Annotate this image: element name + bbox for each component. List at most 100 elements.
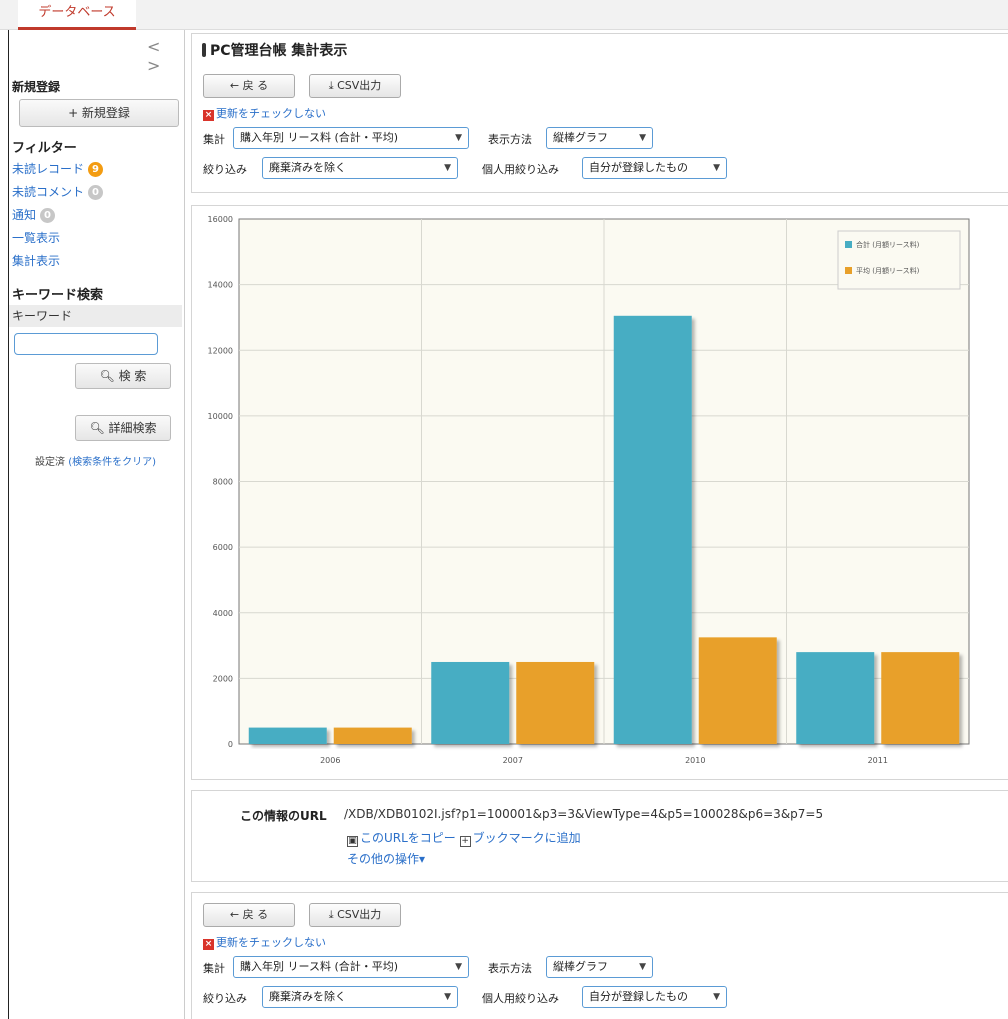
csv-button[interactable]: ⤓ CSV出力 [309, 74, 401, 98]
x-tick-label: 2011 [868, 756, 888, 765]
legend [837, 230, 961, 290]
chevron-down-icon: ▼ [455, 133, 462, 143]
narrow-label: 絞り込み [203, 992, 247, 1005]
notices-badge: 0 [40, 208, 56, 223]
back-button[interactable]: ← 戻 る [203, 903, 295, 927]
unread-records-label: 未読レコード [12, 162, 85, 176]
sidebar-toggle-arrows[interactable]: < > [147, 37, 187, 75]
csv-button[interactable]: ⤓ CSV出力 [309, 903, 401, 927]
search-settings-note: 設定済 (検索条件をクリア) [35, 453, 156, 468]
chevron-down-icon: ▼ [639, 133, 646, 143]
controls-panel-top: PC管理台帳 集計表示 ← 戻 る ⤓ CSV出力 × 更新をチェックしない 集計… [191, 33, 1008, 193]
column-divider [184, 30, 185, 1019]
search-icon: 🔍︎ [89, 421, 105, 435]
copy-url-label: このURLをコピー [360, 831, 456, 845]
url-value: /XDB/XDB0102I.jsf?p1=100001&p3=3&ViewTyp… [344, 807, 824, 821]
sidebar-item-summary-view[interactable]: 集計表示 [12, 252, 60, 269]
aggregate-select-value: 購入年別 リース料 (合計・平均) [240, 131, 399, 144]
bar [516, 661, 595, 744]
legend-swatch [845, 241, 852, 248]
plus-icon: + [459, 836, 471, 847]
y-tick-label: 0 [228, 740, 233, 749]
chevron-down-icon: ▼ [444, 992, 451, 1002]
advanced-search-button[interactable]: 🔍︎ 詳細検索 [75, 415, 171, 441]
display-select[interactable]: 縦棒グラフ ▼ [546, 127, 653, 149]
page-title-text: PC管理台帳 集計表示 [210, 43, 348, 59]
personal-filter-select-value: 自分が登録したもの [589, 161, 688, 174]
no-update-check-label: 更新をチェックしない [216, 936, 326, 949]
no-update-check-label: 更新をチェックしない [216, 107, 326, 120]
unread-comments-badge: 0 [88, 185, 104, 200]
personal-filter-select[interactable]: 自分が登録したもの ▼ [582, 986, 727, 1008]
url-label: この情報のURL [240, 809, 327, 823]
bar [248, 727, 327, 744]
search-icon: 🔍︎ [99, 369, 115, 383]
keyword-heading: キーワード検索 [12, 288, 104, 303]
copy-icon: ▣ [347, 836, 358, 847]
sidebar-item-unread-records[interactable]: 未読レコード 9 [12, 160, 104, 177]
bar-chart: 0 2000 4000 6000 8000 10000 12000 14000 16000 200… [208, 215, 970, 765]
search-button-label: 検 索 [118, 369, 147, 383]
unread-comments-label: 未読コメント [12, 185, 85, 199]
no-update-check[interactable]: × 更新をチェックしない [203, 934, 326, 950]
display-label: 表示方法 [488, 133, 532, 146]
keyword-input[interactable] [14, 333, 158, 355]
new-heading: 新規登録 [12, 80, 61, 94]
bar [333, 727, 412, 744]
new-record-button[interactable]: + 新規登録 [19, 99, 179, 127]
legend-label: 平均 (月額リース料) [856, 266, 920, 275]
top-bar: データベース [0, 0, 1008, 30]
narrow-label: 絞り込み [203, 163, 247, 176]
copy-url-link[interactable]: ▣ このURLをコピー [347, 831, 456, 847]
display-select[interactable]: 縦棒グラフ ▼ [546, 956, 653, 978]
narrow-select-value: 廃棄済みを除く [269, 990, 346, 1003]
sidebar-item-list-view[interactable]: 一覧表示 [12, 229, 60, 246]
bar [431, 661, 510, 744]
add-bookmark-link[interactable]: + ブックマークに追加 [459, 831, 581, 847]
personal-filter-label: 個人用絞り込み [482, 163, 559, 176]
y-tick-label: 8000 [213, 478, 233, 487]
narrow-select-value: 廃棄済みを除く [269, 161, 346, 174]
personal-filter-select-value: 自分が登録したもの [589, 990, 688, 1003]
page-title: PC管理台帳 集計表示 [202, 40, 347, 60]
notices-label: 通知 [12, 208, 37, 222]
aggregate-select[interactable]: 購入年別 リース料 (合計・平均) ▼ [233, 956, 469, 978]
advanced-search-label: 詳細検索 [108, 421, 157, 435]
unread-records-badge: 9 [88, 162, 104, 177]
aggregate-label: 集計 [203, 133, 225, 146]
legend-label: 合計 (月額リース料) [856, 240, 920, 249]
chevron-down-icon: ▼ [639, 962, 646, 972]
keyword-label: キーワード [9, 305, 182, 327]
bar [796, 652, 875, 744]
chart-panel: 0 2000 4000 6000 8000 10000 12000 14000 16000 200… [191, 205, 1008, 780]
personal-filter-select[interactable]: 自分が登録したもの ▼ [582, 157, 727, 179]
other-operations-link[interactable]: その他の操作▾ [347, 850, 425, 867]
chevron-down-icon: ▼ [713, 163, 720, 173]
y-tick-label: 10000 [208, 412, 233, 421]
y-tick-label: 14000 [208, 281, 233, 290]
no-update-check[interactable]: × 更新をチェックしない [203, 105, 326, 121]
close-icon: × [203, 939, 214, 950]
tab-database[interactable]: データベース [18, 0, 136, 30]
add-bookmark-label: ブックマークに追加 [472, 831, 581, 845]
clear-search-link[interactable]: (検索条件をクリア) [68, 457, 156, 468]
x-tick-label: 2010 [685, 756, 705, 765]
narrow-select[interactable]: 廃棄済みを除く ▼ [262, 157, 458, 179]
url-panel: この情報のURL /XDB/XDB0102I.jsf?p1=100001&p3=… [191, 790, 1008, 882]
url-actions: ▣ このURLをコピー + ブックマークに追加 [347, 829, 581, 847]
filter-heading: フィルター [12, 141, 77, 156]
aggregate-select[interactable]: 購入年別 リース料 (合計・平均) ▼ [233, 127, 469, 149]
personal-filter-label: 個人用絞り込み [482, 992, 559, 1005]
narrow-select[interactable]: 廃棄済みを除く ▼ [262, 986, 458, 1008]
y-tick-label: 4000 [213, 609, 233, 618]
sidebar: < > 新規登録 + 新規登録 フィルター 未読レコード 9 未読コメント 0 通知… [9, 31, 182, 1019]
bar [881, 652, 960, 744]
y-tick-label: 2000 [213, 674, 233, 683]
y-tick-label: 12000 [208, 346, 233, 355]
sidebar-item-notices[interactable]: 通知 0 [12, 206, 56, 223]
y-tick-label: 16000 [208, 215, 233, 224]
back-button[interactable]: ← 戻 る [203, 74, 295, 98]
sidebar-item-unread-comments[interactable]: 未読コメント 0 [12, 183, 104, 200]
title-bar-icon [202, 43, 206, 57]
search-button[interactable]: 🔍︎ 検 索 [75, 363, 171, 389]
